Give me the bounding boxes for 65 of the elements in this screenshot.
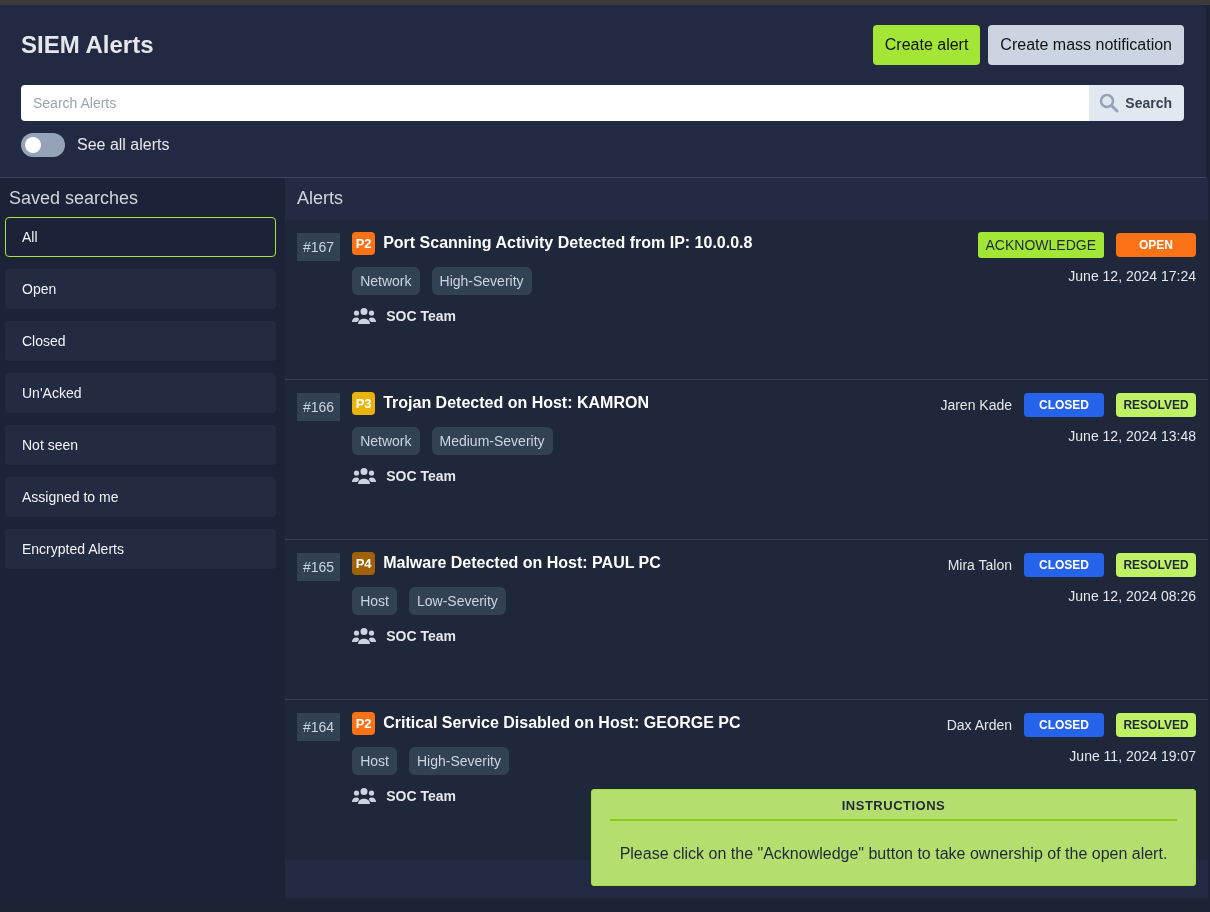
saved-search-item[interactable]: Not seen xyxy=(5,425,276,465)
alert-row[interactable]: #166 P3 Trojan Detected on Host: KAMRON Network Medium-Severity SOC Team Jaren Kade CLOSED RESOLVED June 12, 2024 13:48 xyxy=(285,380,1208,540)
saved-search-item[interactable]: Closed xyxy=(5,321,276,361)
tag: Medium-Severity xyxy=(431,427,553,455)
alert-time: June 12, 2024 08:26 xyxy=(1068,588,1196,604)
create-alert-button[interactable]: Create alert xyxy=(872,25,981,65)
team-icon xyxy=(352,627,377,645)
tag: High-Severity xyxy=(431,267,532,295)
priority-badge: P2 xyxy=(352,231,376,255)
status-badge: RESOLVED xyxy=(1116,553,1196,577)
search-field[interactable]: Search Alerts xyxy=(21,85,1090,121)
priority-badge: P3 xyxy=(352,391,376,415)
status-badge: CLOSED xyxy=(1024,393,1104,417)
status-badge: RESOLVED xyxy=(1116,393,1196,417)
instructions-text: Please click on the "Acknowledge" button to take ownership of the open alert. xyxy=(618,845,1169,863)
alert-id: #164 xyxy=(297,713,341,741)
saved-search-item[interactable]: All xyxy=(5,217,276,257)
team-name: SOC Team xyxy=(386,468,456,484)
priority-badge: P4 xyxy=(352,551,376,575)
toggle-label: See all alerts xyxy=(77,136,170,154)
page-title: SIEM Alerts xyxy=(21,31,154,59)
assignee-name: Mira Talon xyxy=(947,557,1012,573)
alert-time: June 11, 2024 19:07 xyxy=(1069,748,1196,764)
alert-id: #165 xyxy=(297,553,341,581)
sidebar-title: Saved searches xyxy=(8,187,140,210)
tag: Host xyxy=(352,747,397,775)
alert-title: Trojan Detected on Host: KAMRON xyxy=(383,394,649,412)
assignee-name: Jaren Kade xyxy=(940,397,1012,413)
instructions-title: INSTRUCTIONS xyxy=(610,798,1177,821)
tag: Network xyxy=(352,427,420,455)
search-button[interactable]: Search xyxy=(1089,85,1184,121)
alert-title: Critical Service Disabled on Host: GEORGE PC xyxy=(383,714,741,732)
assignee-name: Dax Arden xyxy=(946,717,1012,733)
saved-search-item[interactable]: Encrypted Alerts xyxy=(5,529,276,569)
alert-time: June 12, 2024 17:24 xyxy=(1068,268,1196,284)
status-badge: RESOLVED xyxy=(1116,713,1196,737)
toggle-switch[interactable] xyxy=(21,133,65,157)
team-name: SOC Team xyxy=(386,788,456,804)
alert-time: June 12, 2024 13:48 xyxy=(1068,428,1196,444)
alert-row[interactable]: #167 P2 Port Scanning Activity Detected from IP: 10.0.0.8 Network High-Severity SOC Team ACKNOWLEDGE OPEN June 12, 2024 17:24 xyxy=(285,220,1208,380)
create-notification-button[interactable]: Create mass notification xyxy=(988,25,1184,65)
team-icon xyxy=(352,467,377,485)
alert-id: #166 xyxy=(297,393,341,421)
status-badge: CLOSED xyxy=(1024,553,1104,577)
tag: Host xyxy=(352,587,397,615)
alerts-title: Alerts xyxy=(296,187,344,210)
status-badge: OPEN xyxy=(1116,233,1196,257)
team-name: SOC Team xyxy=(386,308,456,324)
alert-title: Port Scanning Activity Detected from IP: 10.0.0.8 xyxy=(383,234,753,252)
alert-row[interactable]: #165 P4 Malware Detected on Host: PAUL PC Host Low-Severity SOC Team Mira Talon CLOSED RESOLVED June 12, 2024 08:26 xyxy=(285,540,1208,700)
search-icon xyxy=(1099,93,1120,113)
alert-title: Malware Detected on Host: PAUL PC xyxy=(383,554,661,572)
tag: High-Severity xyxy=(408,747,509,775)
team-icon xyxy=(352,307,377,325)
tag: Low-Severity xyxy=(408,587,506,615)
tag: Network xyxy=(352,267,420,295)
acknowledge-button[interactable]: ACKNOWLEDGE xyxy=(977,232,1104,258)
saved-search-item[interactable]: Un'Acked xyxy=(5,373,276,413)
alert-id: #167 xyxy=(297,233,341,261)
saved-search-item[interactable]: Assigned to me xyxy=(5,477,276,517)
team-icon xyxy=(352,787,377,805)
team-name: SOC Team xyxy=(386,628,456,644)
saved-search-item[interactable]: Open xyxy=(5,269,276,309)
priority-badge: P2 xyxy=(352,711,376,735)
status-badge: CLOSED xyxy=(1024,713,1104,737)
